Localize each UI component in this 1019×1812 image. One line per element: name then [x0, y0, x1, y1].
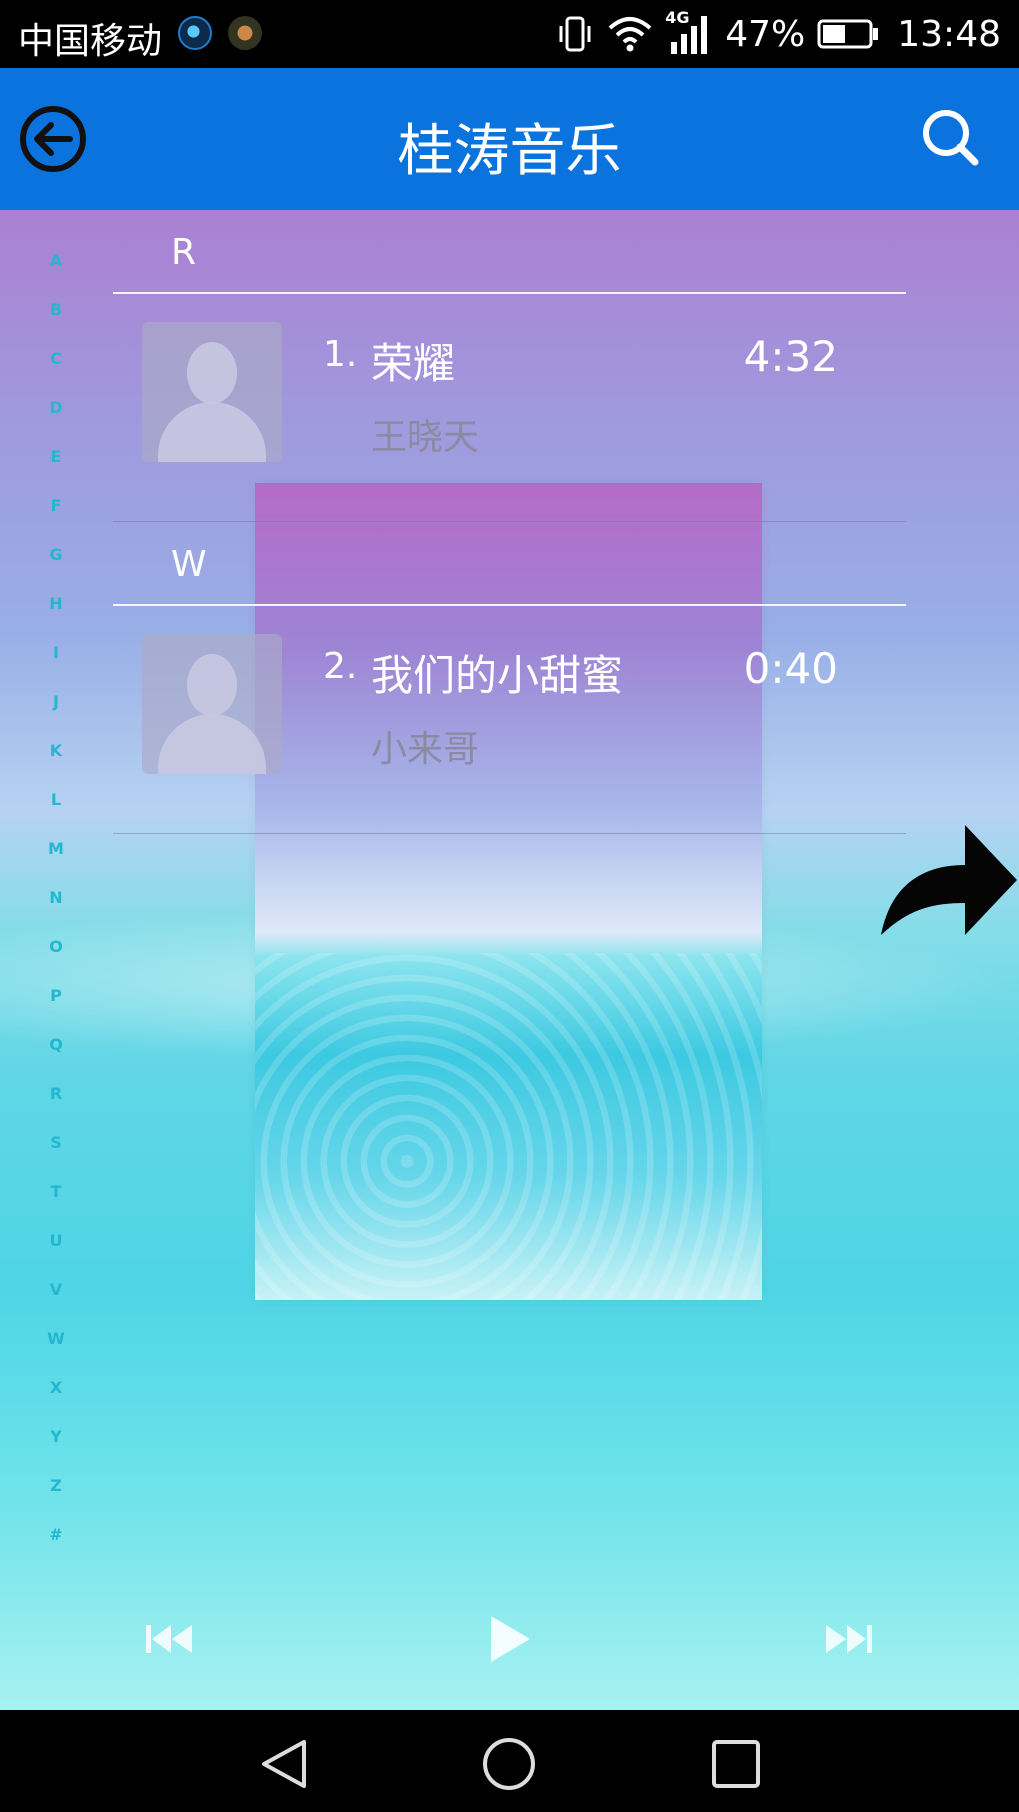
- alphabet-index-letter[interactable]: H: [36, 579, 76, 628]
- section-letter: R: [171, 232, 197, 273]
- song-duration: 4:32: [743, 332, 838, 381]
- song-row[interactable]: 1. 荣耀 4:32 王晓天: [113, 294, 906, 522]
- alphabet-index-letter[interactable]: V: [36, 1265, 76, 1314]
- alphabet-index[interactable]: A B C D E F G H I J K L M N O P Q R S T U V W X Y Z #: [36, 236, 76, 1559]
- alphabet-index-letter[interactable]: N: [36, 873, 76, 922]
- player-controls: [0, 1608, 1019, 1670]
- artist-avatar-placeholder-icon: [142, 322, 282, 462]
- song-artist: 王晓天: [371, 417, 480, 458]
- alphabet-index-letter[interactable]: X: [36, 1363, 76, 1412]
- alphabet-index-letter[interactable]: T: [36, 1167, 76, 1216]
- alphabet-index-letter[interactable]: P: [36, 971, 76, 1020]
- alphabet-index-letter[interactable]: L: [36, 775, 76, 824]
- nav-recents-icon[interactable]: [708, 1736, 764, 1792]
- music-app-notification-icon: [178, 16, 212, 50]
- alphabet-index-letter[interactable]: A: [36, 236, 76, 285]
- play-icon[interactable]: [486, 1608, 534, 1670]
- skip-previous-icon[interactable]: [144, 1608, 196, 1670]
- song-index: 1.: [323, 334, 358, 375]
- alphabet-index-letter[interactable]: B: [36, 285, 76, 334]
- nav-home-icon[interactable]: [481, 1736, 537, 1792]
- app-bar: 桂涛音乐: [0, 68, 1019, 210]
- section-header-r: R: [113, 210, 906, 294]
- system-navigation-bar: [0, 1710, 1019, 1812]
- alphabet-index-letter[interactable]: K: [36, 726, 76, 775]
- alphabet-index-letter[interactable]: U: [36, 1216, 76, 1265]
- alphabet-index-letter[interactable]: C: [36, 334, 76, 383]
- alphabet-index-letter[interactable]: #: [36, 1510, 76, 1559]
- alphabet-index-letter[interactable]: S: [36, 1118, 76, 1167]
- song-title: 荣耀: [371, 339, 456, 388]
- section-header-w: W: [113, 522, 906, 606]
- song-duration: 0:40: [743, 644, 838, 693]
- battery-icon: [817, 19, 879, 49]
- artist-avatar-placeholder-icon: [142, 634, 282, 774]
- alphabet-index-letter[interactable]: O: [36, 922, 76, 971]
- song-list-screen: A B C D E F G H I J K L M N O P Q R S T U V W X Y Z # R 1. 荣耀 4:32…: [0, 210, 1019, 1710]
- battery-percent: 47%: [725, 13, 806, 55]
- song-artist: 小来哥: [371, 729, 480, 770]
- nav-back-icon[interactable]: [256, 1736, 312, 1792]
- alphabet-index-letter[interactable]: Y: [36, 1412, 76, 1461]
- alphabet-index-letter[interactable]: Q: [36, 1020, 76, 1069]
- alphabet-index-letter[interactable]: I: [36, 628, 76, 677]
- alphabet-index-letter[interactable]: D: [36, 383, 76, 432]
- song-row[interactable]: 2. 我们的小甜蜜 0:40 小来哥: [113, 606, 906, 834]
- cell-signal-icon: 4G: [665, 8, 713, 56]
- carrier-label: 中国移动: [18, 21, 163, 62]
- alphabet-index-letter[interactable]: M: [36, 824, 76, 873]
- alphabet-index-letter[interactable]: E: [36, 432, 76, 481]
- share-arrow-icon[interactable]: [877, 825, 1019, 937]
- alphabet-index-letter[interactable]: W: [36, 1314, 76, 1363]
- song-title: 我们的小甜蜜: [371, 651, 624, 700]
- page-title: 桂涛音乐: [397, 119, 622, 184]
- skip-next-icon[interactable]: [822, 1608, 874, 1670]
- alphabet-index-letter[interactable]: R: [36, 1069, 76, 1118]
- alphabet-index-letter[interactable]: G: [36, 530, 76, 579]
- alphabet-index-letter[interactable]: J: [36, 677, 76, 726]
- song-list: R 1. 荣耀 4:32 王晓天 W 2. 我们的小甜蜜 0:40 小来哥: [113, 210, 906, 834]
- alphabet-index-letter[interactable]: Z: [36, 1461, 76, 1510]
- cover-sea-texture: [255, 953, 762, 1300]
- vibrate-icon: [559, 16, 591, 52]
- song-index: 2.: [323, 646, 358, 687]
- clock: 13:48: [897, 13, 1001, 55]
- search-icon[interactable]: [919, 106, 981, 168]
- section-letter: W: [171, 544, 207, 585]
- status-bar: 中国移动 4G 47% 13:48: [0, 0, 1019, 68]
- game-app-notification-icon: [228, 16, 262, 50]
- wifi-icon: [608, 17, 652, 52]
- alphabet-index-letter[interactable]: F: [36, 481, 76, 530]
